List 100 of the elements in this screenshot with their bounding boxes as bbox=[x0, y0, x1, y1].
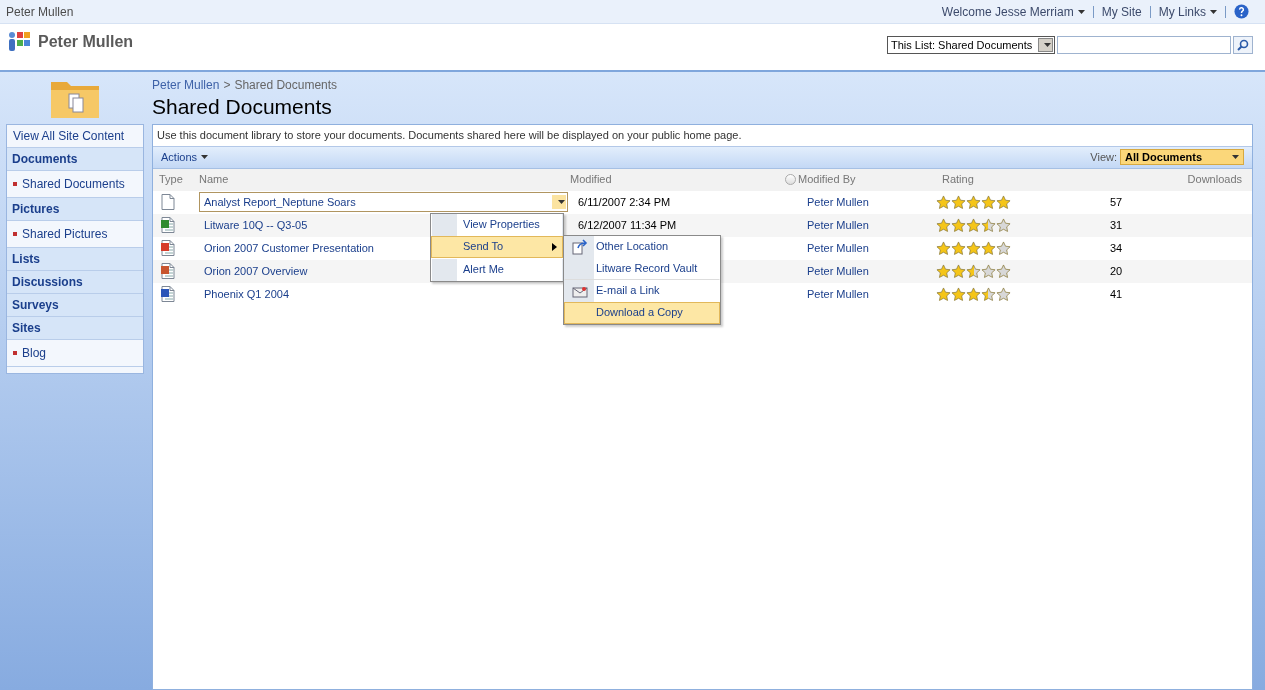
menu-item[interactable]: View Properties bbox=[431, 213, 563, 236]
column-header[interactable]: Downloads bbox=[1102, 171, 1252, 188]
star-icon bbox=[936, 286, 951, 302]
document-link[interactable]: Orion 2007 Customer Presentation bbox=[204, 239, 374, 257]
downloads-cell-text: 34 bbox=[1110, 240, 1123, 256]
bullet-icon bbox=[13, 182, 17, 186]
item-menu-button[interactable] bbox=[552, 195, 566, 209]
breadcrumb-current: Shared Documents bbox=[234, 77, 338, 94]
modified-by-link[interactable]: Peter Mullen bbox=[793, 285, 936, 303]
modified-by-link[interactable]: Peter Mullen bbox=[793, 239, 936, 257]
star-icon bbox=[936, 263, 951, 279]
site-name: Peter Mullen bbox=[6, 3, 74, 21]
document-file-icon bbox=[161, 286, 175, 302]
page-title: Shared Documents bbox=[152, 94, 333, 120]
document-link[interactable]: Litware 10Q -- Q3-05 bbox=[204, 216, 308, 234]
star-icon bbox=[936, 217, 951, 233]
downloads-cell-text: 41 bbox=[1110, 286, 1123, 302]
welcome-menu[interactable]: Welcome Jesse Merriam bbox=[941, 2, 1085, 21]
actions-menu[interactable]: Actions bbox=[161, 148, 209, 166]
star-icon bbox=[951, 240, 966, 256]
star-icon bbox=[996, 217, 1011, 233]
downloads-cell-text: 57 bbox=[1110, 194, 1123, 210]
submenu-item[interactable]: E-mail a Link bbox=[564, 279, 720, 302]
modified-by-link[interactable]: Peter Mullen bbox=[793, 216, 936, 234]
menu-item[interactable]: Send To bbox=[431, 235, 563, 258]
star-icon bbox=[996, 194, 1011, 210]
column-header[interactable]: Modified bbox=[570, 171, 785, 188]
column-header[interactable]: Modified By bbox=[798, 171, 856, 188]
help-icon[interactable] bbox=[1234, 4, 1249, 19]
search-button[interactable] bbox=[1233, 36, 1253, 54]
divider bbox=[1225, 5, 1226, 18]
view-label: View: bbox=[1090, 149, 1117, 165]
star-icon bbox=[981, 263, 996, 279]
divider bbox=[1149, 5, 1151, 18]
caret-icon bbox=[201, 155, 209, 159]
star-icon bbox=[996, 263, 1011, 279]
star-icon bbox=[981, 194, 996, 210]
send-arrow-icon bbox=[572, 238, 588, 255]
bullet-icon bbox=[13, 351, 17, 355]
breadcrumb-separator: > bbox=[223, 77, 231, 94]
star-icon bbox=[966, 263, 981, 279]
star-icon bbox=[951, 286, 966, 302]
site-title: Peter Mullen bbox=[38, 32, 134, 52]
submenu-item[interactable]: Litware Record Vault bbox=[564, 257, 720, 280]
view-dropdown[interactable]: All Documents bbox=[1120, 149, 1244, 165]
star-icon bbox=[966, 286, 981, 302]
star-icon bbox=[966, 194, 981, 210]
modified-cell-text: 6/12/2007 11:34 PM bbox=[578, 217, 678, 233]
column-header[interactable]: Name bbox=[199, 171, 570, 188]
sidebar-heading[interactable]: Surveys bbox=[7, 294, 143, 317]
star-icon bbox=[966, 240, 981, 256]
top-link[interactable]: My Links bbox=[1158, 2, 1217, 21]
top-link[interactable]: My Site bbox=[1101, 2, 1142, 21]
sidebar-heading[interactable]: Sites bbox=[7, 317, 143, 340]
star-icon bbox=[936, 240, 951, 256]
document-link[interactable]: Orion 2007 Overview bbox=[204, 262, 308, 280]
sidebar-item[interactable]: Blog bbox=[22, 344, 47, 362]
search-field[interactable] bbox=[1057, 36, 1231, 54]
spreadsheet-file-icon bbox=[161, 217, 175, 233]
star-icon bbox=[936, 194, 951, 210]
star-icon bbox=[951, 194, 966, 210]
caret-icon bbox=[1044, 43, 1051, 47]
search-scope-dropdown[interactable]: This List: Shared Documents bbox=[887, 36, 1055, 54]
sidebar-heading[interactable]: Pictures bbox=[7, 198, 143, 221]
modified-by-link[interactable]: Peter Mullen bbox=[793, 193, 936, 211]
presentation-file-icon bbox=[161, 240, 175, 256]
submenu-item[interactable]: Download a Copy bbox=[564, 301, 720, 324]
sidebar-item[interactable]: Shared Pictures bbox=[22, 225, 108, 243]
caret-icon bbox=[557, 200, 565, 204]
menu-item[interactable]: Alert Me bbox=[431, 258, 563, 281]
divider bbox=[1092, 5, 1094, 18]
star-icon bbox=[996, 240, 1011, 256]
radio-icon bbox=[785, 174, 796, 185]
sidebar-heading[interactable]: Lists bbox=[7, 248, 143, 271]
caret-icon bbox=[1077, 9, 1085, 14]
blank-file-icon bbox=[161, 194, 175, 210]
downloads-cell-text: 31 bbox=[1110, 217, 1123, 233]
downloads-cell-text: 20 bbox=[1110, 263, 1123, 279]
star-icon bbox=[996, 286, 1011, 302]
breadcrumb-link[interactable]: Peter Mullen bbox=[152, 76, 220, 94]
caret-icon bbox=[1232, 155, 1239, 159]
search-icon bbox=[1237, 39, 1249, 51]
modified-cell-text: 6/11/2007 2:34 PM bbox=[578, 194, 672, 210]
document-name-cell[interactable]: Analyst Report_Neptune Soars bbox=[199, 192, 568, 212]
star-icon bbox=[981, 217, 996, 233]
modified-by-link[interactable]: Peter Mullen bbox=[793, 262, 936, 280]
column-header[interactable]: Type bbox=[153, 171, 199, 188]
submenu-item[interactable]: Other Location bbox=[564, 235, 720, 258]
column-header[interactable]: Rating bbox=[942, 171, 1102, 188]
document-link[interactable]: Phoenix Q1 2004 bbox=[204, 285, 289, 303]
star-icon bbox=[951, 217, 966, 233]
sidebar-item[interactable]: Shared Documents bbox=[22, 175, 125, 193]
star-icon bbox=[951, 263, 966, 279]
caret-icon bbox=[1210, 9, 1217, 14]
star-icon bbox=[966, 217, 981, 233]
star-icon bbox=[981, 240, 996, 256]
star-icon bbox=[981, 286, 996, 302]
sidebar-heading[interactable]: Discussions bbox=[7, 271, 143, 294]
sidebar-heading[interactable]: Documents bbox=[7, 148, 143, 171]
site-logo-icon bbox=[8, 30, 32, 52]
